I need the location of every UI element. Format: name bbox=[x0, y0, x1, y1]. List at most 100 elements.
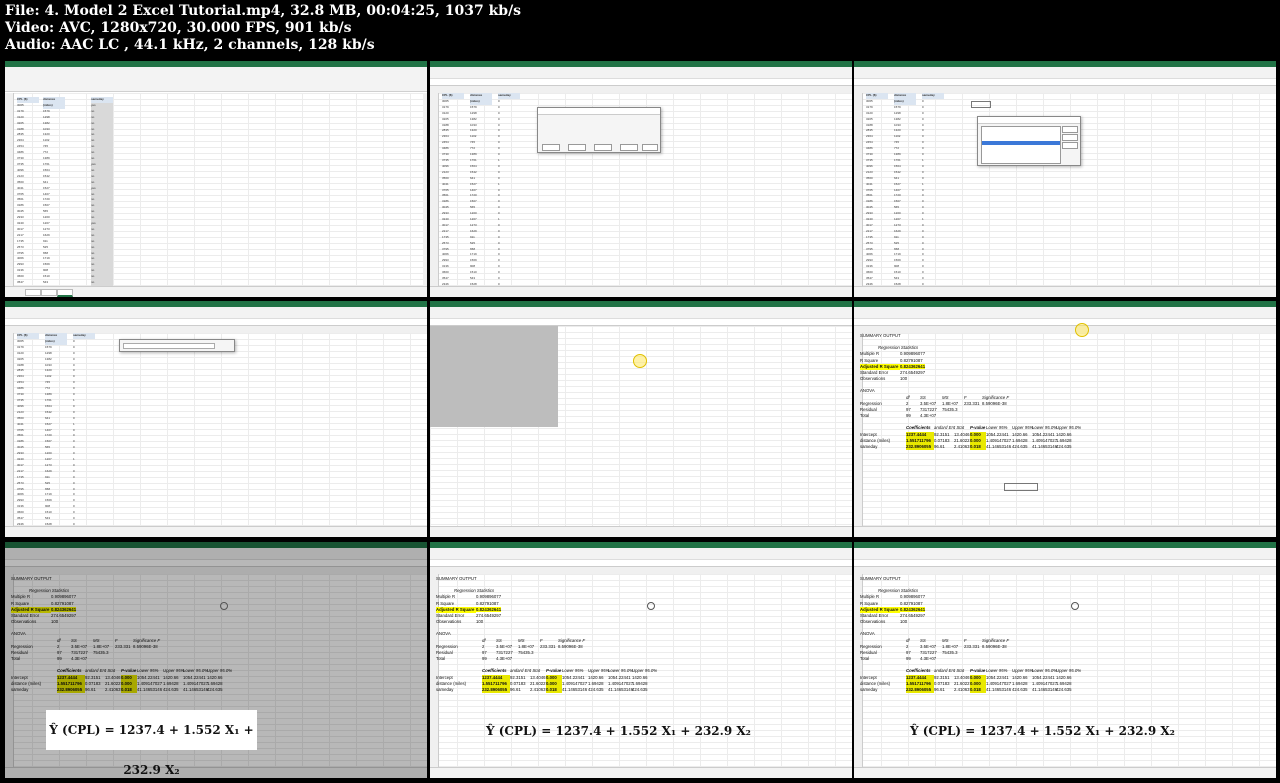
sheet-tab-active[interactable] bbox=[57, 289, 73, 297]
row-headers bbox=[5, 333, 14, 527]
anova-cell: 4.3E+07 bbox=[920, 656, 937, 662]
replace-all-button[interactable] bbox=[542, 144, 560, 151]
spreadsheet-grid[interactable]: SUMMARY OUTPUT Regression Statistics Mul… bbox=[854, 333, 1276, 527]
excel-ribbon-collapsed[interactable] bbox=[430, 307, 852, 319]
selected-cell[interactable] bbox=[971, 101, 991, 108]
coef-header: Upper 95.0% bbox=[1056, 668, 1082, 674]
stat-value-highlighted: 0.824362641 bbox=[900, 363, 926, 369]
anova-cell: 4.3E+07 bbox=[920, 413, 937, 419]
formula-bar[interactable] bbox=[430, 560, 852, 567]
regression-input-dialog[interactable] bbox=[119, 339, 235, 352]
sheet-tabs-bar[interactable] bbox=[5, 526, 427, 537]
sheet-tab[interactable] bbox=[25, 289, 41, 296]
coef-cell: 41.14653146 bbox=[986, 444, 1012, 450]
help-button[interactable] bbox=[1062, 142, 1078, 149]
summary-output-table: SUMMARY OUTPUT Regression Statistics Mul… bbox=[860, 576, 1082, 694]
stat-value: 0.82791087 bbox=[900, 357, 923, 363]
excel-ribbon-collapsed[interactable] bbox=[430, 67, 852, 79]
coef-row: sameday 232.8906055 96.61 2.410630.018 41.14… bbox=[860, 687, 1081, 694]
sheet-tab[interactable] bbox=[41, 289, 57, 296]
ok-button[interactable] bbox=[1062, 126, 1078, 133]
sheet-tabs-bar[interactable] bbox=[854, 286, 1276, 297]
stat-label: Observations bbox=[860, 376, 886, 382]
thumbnail-4: CPL ($) 3065 3179 3120 3205 3188 2835 2364 2454 3… bbox=[5, 301, 427, 537]
excel-ribbon-collapsed[interactable] bbox=[430, 548, 852, 560]
find-all-button[interactable] bbox=[594, 144, 612, 151]
sameday-column: sameday000000000010001000001000000000000 bbox=[73, 333, 95, 534]
formula-bar[interactable] bbox=[854, 560, 1276, 567]
file-info: File: 4. Model 2 Excel Tutorial.mp4, 32.… bbox=[5, 3, 522, 19]
spreadsheet-grid[interactable]: CPL ($) 3065 3179 3120 3205 3188 2835 2364 2454 3… bbox=[5, 333, 427, 537]
formula-bar[interactable] bbox=[854, 319, 1276, 326]
sameday-column: sameday000000000010001000001000000000000 bbox=[498, 93, 520, 294]
cpl-column: CPL ($) 3065 3179 3120 3205 3188 2835 2364 2454 3… bbox=[17, 97, 39, 297]
coef-cell: 41.14653146 bbox=[986, 687, 1012, 693]
coef-label: sameday bbox=[436, 687, 454, 693]
video-info: Video: AVC, 1280x720, 30.000 FPS, 901 kb… bbox=[5, 20, 352, 36]
mouse-cursor bbox=[633, 354, 647, 368]
close-button[interactable] bbox=[642, 144, 658, 151]
excel-ribbon-collapsed[interactable] bbox=[854, 307, 1276, 319]
cancel-button[interactable] bbox=[1062, 134, 1078, 141]
coef-cell: 2.41063 bbox=[954, 444, 970, 450]
coef-cell: 41.14653146 bbox=[1032, 444, 1058, 450]
excel-ribbon-collapsed[interactable] bbox=[854, 548, 1276, 560]
regression-item-selected[interactable] bbox=[982, 141, 1060, 145]
sheet-tabs-bar[interactable] bbox=[430, 767, 852, 778]
anova-cell: 75435.3 bbox=[518, 650, 534, 656]
coef-cell: 41.14653146 bbox=[1032, 687, 1058, 693]
find-next-button[interactable] bbox=[620, 144, 638, 151]
spreadsheet-grid[interactable]: CPL ($) 3065 3179 3120 3205 3188 2835 2364 2454 3… bbox=[5, 93, 427, 297]
anova-cell: 4.3E+07 bbox=[496, 656, 513, 662]
vertical-scrollbar[interactable] bbox=[423, 93, 427, 287]
anova-cell: 99 bbox=[482, 656, 487, 662]
coef-header: Upper 95.0% bbox=[632, 668, 658, 674]
sheet-tabs-bar[interactable] bbox=[854, 767, 1276, 778]
anova-header: Significance F bbox=[982, 637, 1009, 643]
coef-cell: 41.14653146 bbox=[608, 687, 634, 693]
data-analysis-dialog[interactable] bbox=[977, 116, 1081, 166]
formula-bar[interactable] bbox=[430, 79, 852, 86]
analysis-tools-list[interactable] bbox=[981, 126, 1061, 164]
range-input[interactable] bbox=[123, 343, 215, 349]
thumbnail-9: SUMMARY OUTPUT Regression Statistics Mul… bbox=[854, 542, 1276, 778]
mouse-cursor bbox=[220, 602, 228, 610]
formula-bar[interactable] bbox=[5, 319, 427, 326]
excel-ribbon-collapsed[interactable] bbox=[854, 67, 1276, 79]
find-replace-dialog[interactable] bbox=[537, 107, 661, 153]
selected-output-range[interactable] bbox=[430, 326, 558, 427]
dialog-title bbox=[978, 117, 1080, 124]
summary-output-table: SUMMARY OUTPUT Regression Statistics Mul… bbox=[860, 333, 1081, 451]
sameday-column: sameday000000000010001000001000000000000 bbox=[922, 93, 944, 294]
p-value: 0.018 bbox=[970, 687, 986, 694]
sheet-tabs-bar[interactable] bbox=[854, 526, 1276, 537]
coef-cell: 1420.66 bbox=[1056, 431, 1072, 437]
stat-value: 0.82791087 bbox=[476, 600, 499, 606]
regression-equation: Ŷ (CPL) = 1237.4 + 1.552 X₁ + 232.9 X₂ bbox=[486, 724, 751, 738]
row-headers bbox=[854, 93, 863, 287]
anova-label: Total bbox=[860, 656, 870, 662]
mouse-cursor bbox=[647, 602, 655, 610]
formula-bar[interactable] bbox=[854, 79, 1276, 86]
anova-cell: 8.59096E-38 bbox=[558, 643, 583, 649]
sheet-tabs-bar[interactable] bbox=[5, 286, 427, 297]
excel-ribbon-collapsed[interactable] bbox=[5, 307, 427, 319]
coef-row: sameday 232.8906055 96.61 2.410630.018 41.14… bbox=[860, 444, 1081, 451]
media-info-header: File: 4. Model 2 Excel Tutorial.mp4, 32.… bbox=[0, 0, 1280, 58]
anova-cell: 75435.3 bbox=[942, 407, 958, 413]
dialog-title bbox=[538, 108, 660, 115]
thumbnail-2: CPL ($) 3065 3179 3120 3205 3188 2835 2364 2454 3… bbox=[430, 61, 852, 297]
sameday-column: sameday yes no no no no no no no no no yes no no no yes… bbox=[91, 97, 113, 297]
anova-cell: 75435.3 bbox=[942, 650, 958, 656]
stat-value: 274.6549297 bbox=[900, 613, 926, 619]
excel-ribbon[interactable] bbox=[5, 67, 427, 92]
spreadsheet-grid[interactable]: SUMMARY OUTPUT Regression Statistics Mul… bbox=[854, 574, 1276, 768]
sheet-tabs-bar[interactable] bbox=[430, 286, 852, 297]
selected-cell[interactable] bbox=[1004, 483, 1038, 491]
replace-button[interactable] bbox=[568, 144, 586, 151]
stat-value: 274.6549297 bbox=[476, 613, 502, 619]
spreadsheet-grid[interactable]: SUMMARY OUTPUT Regression Statistics Mul… bbox=[430, 574, 852, 768]
formula-bar[interactable] bbox=[430, 319, 852, 326]
sheet-tabs-bar[interactable] bbox=[430, 526, 852, 537]
anova-header: Significance F bbox=[982, 394, 1009, 400]
